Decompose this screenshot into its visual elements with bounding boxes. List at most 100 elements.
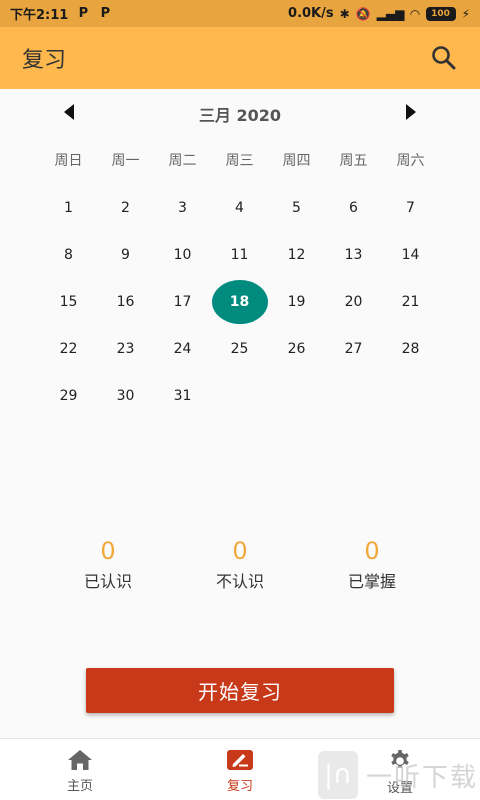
calendar-day[interactable]: 26 [268,325,325,372]
calendar-day-number: 29 [59,387,78,404]
calendar-day-number: 28 [401,340,420,357]
calendar-day[interactable]: 14 [382,231,439,278]
next-month-icon[interactable] [406,104,416,120]
calendar-week: 22 23 24 25 26 27 28 [40,325,440,372]
search-icon[interactable] [430,44,458,72]
calendar-day[interactable]: 25 [211,325,268,372]
calendar-day[interactable]: 23 [97,325,154,372]
stat-unknown-label: 不认识 [215,572,264,591]
status-bar: 下午2:11 P P 0.0K/s ✱ 🔕 ▂▄▆ ◠ 100 ⚡ [0,0,480,27]
calendar-day[interactable]: 13 [325,231,382,278]
calendar-day-number: 3 [178,199,187,216]
calendar-day-number: 16 [116,293,135,310]
calendar-day[interactable]: 5 [268,184,325,231]
calendar-day-number: 7 [406,199,415,216]
calendar-day[interactable]: 10 [154,231,211,278]
calendar-grid: 1 2 3 4 5 6 7 8 9 10 11 12 13 14 15 16 17 18 19 20 21 22 23 24 2… [40,184,440,419]
app-badge-p-1: P [78,6,89,21]
weekday-label: 周六 [396,153,425,169]
calendar-day-number: 12 [287,246,306,263]
watermark-logo-icon: |∩ [318,751,358,799]
calendar-day[interactable]: 21 [382,278,439,325]
calendar-day-selected[interactable]: 18 [211,278,268,325]
calendar-day[interactable]: 7 [382,184,439,231]
calendar-day-number: 30 [116,387,135,404]
calendar-empty-cell [382,372,439,419]
review-icon [227,750,253,770]
calendar-day[interactable]: 30 [97,372,154,419]
calendar-day-number: 23 [116,340,135,357]
calendar-day[interactable]: 9 [97,231,154,278]
start-review-button[interactable]: 开始复习 [86,668,394,713]
calendar-day-number: 1 [64,199,73,216]
calendar-day-number: 24 [173,340,192,357]
nav-item-review[interactable]: 复习 [160,739,320,800]
calendar-day[interactable]: 4 [211,184,268,231]
app-bar: 复习 [0,27,480,89]
calendar-day[interactable]: 29 [40,372,97,419]
stat-unknown-value: 0 [232,537,248,565]
calendar-day[interactable]: 15 [40,278,97,325]
weekday-label: 周三 [225,153,254,169]
calendar-day[interactable]: 3 [154,184,211,231]
weekday-label: 周四 [282,153,311,169]
calendar-day[interactable]: 17 [154,278,211,325]
calendar-empty-cell [325,372,382,419]
review-stats: 0 已认识 0 不认识 0 已掌握 [42,536,438,592]
calendar-day-number: 17 [173,293,192,310]
calendar-day[interactable]: 20 [325,278,382,325]
signal-icon: ▂▄▆ [376,6,405,21]
calendar-day-number: 26 [287,340,306,357]
nav-item-label: 主页 [66,779,93,794]
battery-icon: 100 [425,6,456,21]
nav-item-home[interactable]: 主页 [0,739,160,800]
calendar-day[interactable]: 19 [268,278,325,325]
calendar-week: 15 16 17 18 19 20 21 [40,278,440,325]
calendar-day[interactable]: 11 [211,231,268,278]
page-title: 复习 [22,48,67,73]
calendar-day-number: 13 [344,246,363,263]
calendar-day[interactable]: 24 [154,325,211,372]
bluetooth-icon: ✱ [339,6,350,21]
calendar-day[interactable]: 8 [40,231,97,278]
calendar-day-number: 27 [344,340,363,357]
stat-mastered: 0 已掌握 [306,536,438,592]
calendar-day-number: 15 [59,293,78,310]
calendar-week: 8 9 10 11 12 13 14 [40,231,440,278]
calendar-day-number: 11 [230,246,249,263]
calendar-day-number: 10 [173,246,192,263]
home-icon [68,750,92,770]
calendar-day[interactable]: 16 [97,278,154,325]
calendar-day-number: 9 [121,246,130,263]
calendar-day[interactable]: 31 [154,372,211,419]
app-badge-p-2: P [100,6,111,21]
stat-known: 0 已认识 [42,536,174,592]
watermark-text: 一听下载 [366,762,479,793]
weekday-label: 周二 [168,153,197,169]
calendar-week: 29 30 31 [40,372,440,419]
calendar-day-number: 18 [211,279,268,324]
mute-icon: 🔕 [355,6,371,21]
calendar-day[interactable]: 6 [325,184,382,231]
watermark: |∩ 一听下载 [318,750,480,800]
calendar-day[interactable]: 2 [97,184,154,231]
calendar-day[interactable]: 22 [40,325,97,372]
calendar-day[interactable]: 1 [40,184,97,231]
calendar-empty-cell [211,372,268,419]
status-time: 下午2:11 [10,8,69,23]
stat-unknown: 0 不认识 [174,536,306,592]
calendar-day-number: 31 [173,387,192,404]
weekday-header: 周日 周一 周二 周三 周四 周五 周六 [40,150,440,170]
weekday-label: 周五 [339,153,368,169]
calendar-day-number: 21 [401,293,420,310]
calendar-day-number: 4 [235,199,244,216]
calendar-day[interactable]: 12 [268,231,325,278]
calendar-day-number: 25 [230,340,249,357]
weekday-label: 周一 [111,153,140,169]
month-navigation: 三月 2020 [0,98,480,128]
calendar-day[interactable]: 28 [382,325,439,372]
calendar-day-number: 6 [349,199,358,216]
calendar-day[interactable]: 27 [325,325,382,372]
calendar-day-number: 19 [287,293,306,310]
stat-mastered-value: 0 [364,537,380,565]
